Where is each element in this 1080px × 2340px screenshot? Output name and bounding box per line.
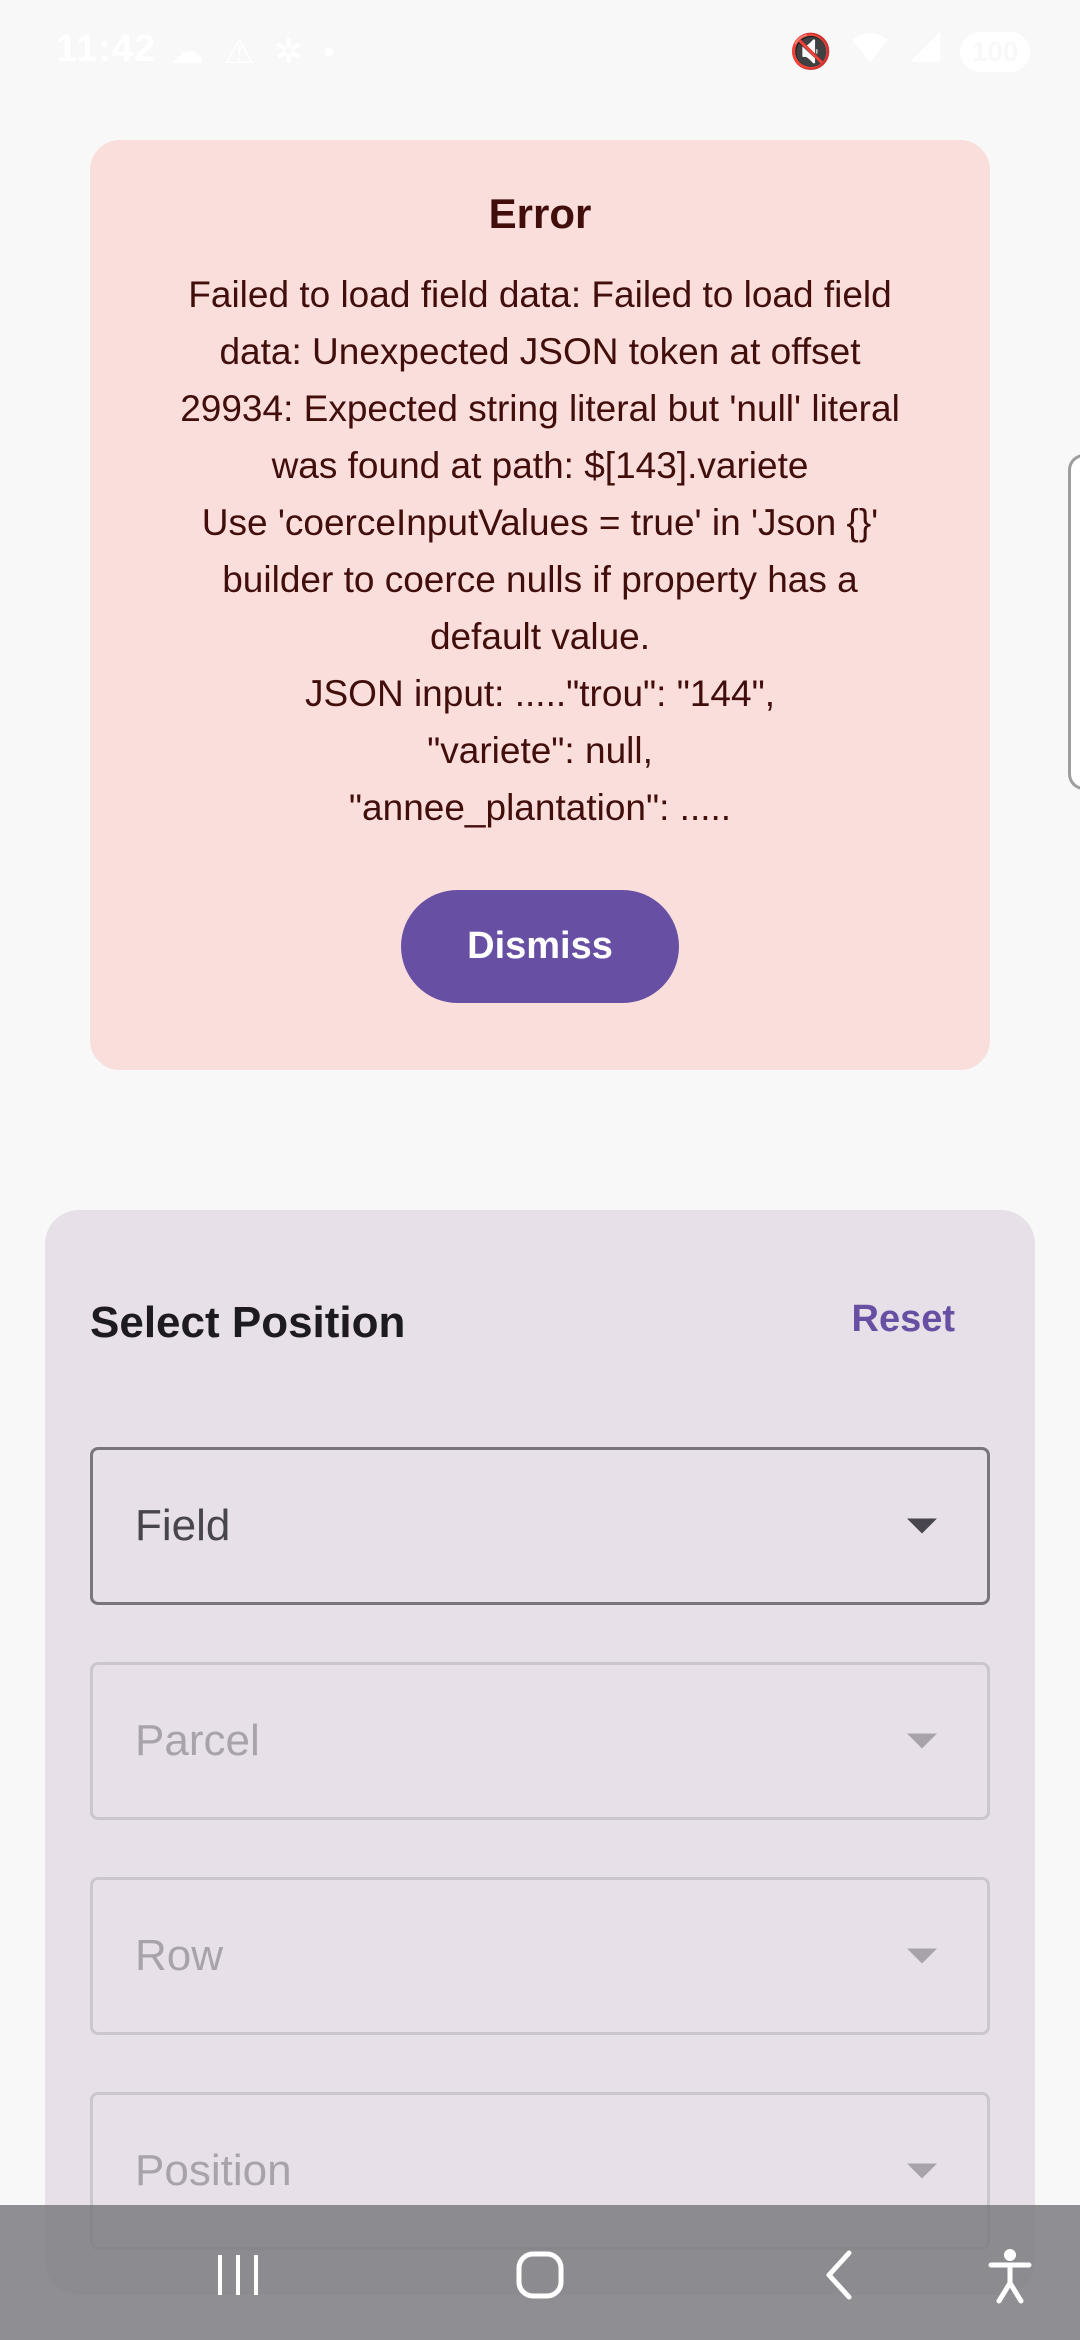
- error-line: JSON input: ....."trou": "144",: [304, 673, 775, 714]
- chevron-down-icon: [907, 1948, 937, 1964]
- home-button[interactable]: [500, 2235, 580, 2315]
- recents-button[interactable]: [198, 2235, 278, 2315]
- error-line: was found at path: $[143].variete: [271, 445, 809, 486]
- battery-indicator: 100: [960, 32, 1030, 72]
- error-line: Use 'coerceInputValues = true' in 'Json …: [201, 502, 879, 543]
- error-line: data: Unexpected JSON token at offset: [219, 331, 861, 372]
- status-time: 11:42: [56, 28, 157, 70]
- status-icons-right: 🔇 100: [790, 30, 1030, 74]
- signal-icon: [908, 30, 942, 74]
- parcel-dropdown-label: Parcel: [135, 1716, 260, 1765]
- error-line: "annee_plantation": .....: [348, 787, 732, 828]
- wifi-icon: [850, 30, 890, 74]
- status-icons-left: ☁ ⚠ ✲ •: [170, 32, 335, 72]
- error-title: Error: [488, 190, 592, 237]
- back-button[interactable]: [800, 2235, 880, 2315]
- position-dropdown-label: Position: [135, 2146, 292, 2195]
- error-card: Error Failed to load field data: Failed …: [90, 140, 990, 1070]
- chevron-down-icon: [907, 2163, 937, 2179]
- dismiss-button[interactable]: Dismiss: [401, 890, 679, 1003]
- back-icon: [826, 2250, 852, 2300]
- accessibility-person-icon: [988, 2249, 1032, 2304]
- cloud-icon: ☁: [170, 33, 204, 71]
- error-line: default value.: [429, 616, 651, 657]
- app-screen: 11:42 ☁ ⚠ ✲ • 🔇 100 Error Failed to load…: [0, 0, 1080, 2340]
- error-line: builder to coerce nulls if property has …: [222, 559, 858, 600]
- status-bar: 11:42 ☁ ⚠ ✲ • 🔇 100: [0, 0, 1080, 100]
- system-nav-bar: [0, 2205, 1080, 2340]
- error-line: Failed to load field data: Failed to loa…: [188, 274, 892, 315]
- accessibility-button[interactable]: [970, 2235, 1050, 2315]
- edge-panel-handle[interactable]: [1068, 454, 1080, 790]
- error-message: Failed to load field data: Failed to loa…: [130, 266, 950, 836]
- panel-title: Select Position: [90, 1298, 406, 1347]
- select-position-panel: Select Position Reset Field Parcel Row P…: [45, 1210, 1035, 2295]
- mute-icon: 🔇: [789, 33, 832, 71]
- recents-icon: [218, 2255, 258, 2295]
- warning-icon: ⚠: [224, 33, 255, 71]
- error-line: "variete": null,: [427, 730, 653, 771]
- row-dropdown[interactable]: Row: [90, 1877, 990, 2035]
- dot-icon: •: [322, 33, 335, 71]
- field-dropdown-label: Field: [135, 1501, 231, 1550]
- home-icon: [516, 2251, 564, 2299]
- row-dropdown-label: Row: [135, 1931, 224, 1980]
- field-dropdown[interactable]: Field: [90, 1447, 990, 1605]
- chevron-down-icon: [907, 1733, 937, 1749]
- reset-button[interactable]: Reset: [852, 1298, 956, 1341]
- parcel-dropdown[interactable]: Parcel: [90, 1662, 990, 1820]
- chevron-down-icon: [907, 1518, 937, 1534]
- error-line: 29934: Expected string literal but 'null…: [180, 388, 900, 429]
- accessibility-icon: ✲: [274, 33, 303, 71]
